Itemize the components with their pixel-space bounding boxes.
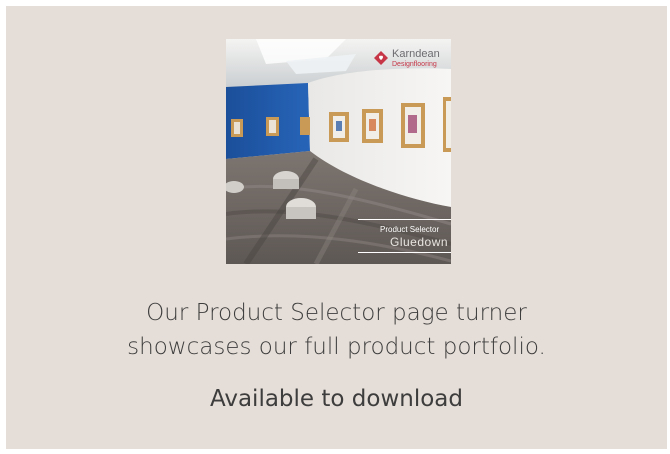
cover-title: Product Selector [380,225,440,234]
promo-card: Karndean Designflooring Product Selector… [6,6,667,449]
cover-title-rule-bottom [358,252,451,253]
cover-title-rule-top [358,219,451,220]
promo-description-line-1: Our Product Selector page turner [146,300,527,326]
product-selector-cover-image[interactable]: Karndean Designflooring Product Selector… [226,39,451,264]
promo-description: Our Product Selector page turner showcas… [6,296,667,364]
karndean-logo: Karndean Designflooring [374,46,440,70]
promo-description-line-2: showcases our full product portfolio. [127,334,546,360]
brand-subtitle: Designflooring [392,60,437,68]
brand-name: Karndean [392,47,440,60]
download-link[interactable]: Available to download [6,382,667,416]
karndean-diamond-icon [374,51,388,65]
cover-title-block: Product Selector Gluedown [358,219,451,253]
cover-subtitle: Gluedown [390,235,449,249]
